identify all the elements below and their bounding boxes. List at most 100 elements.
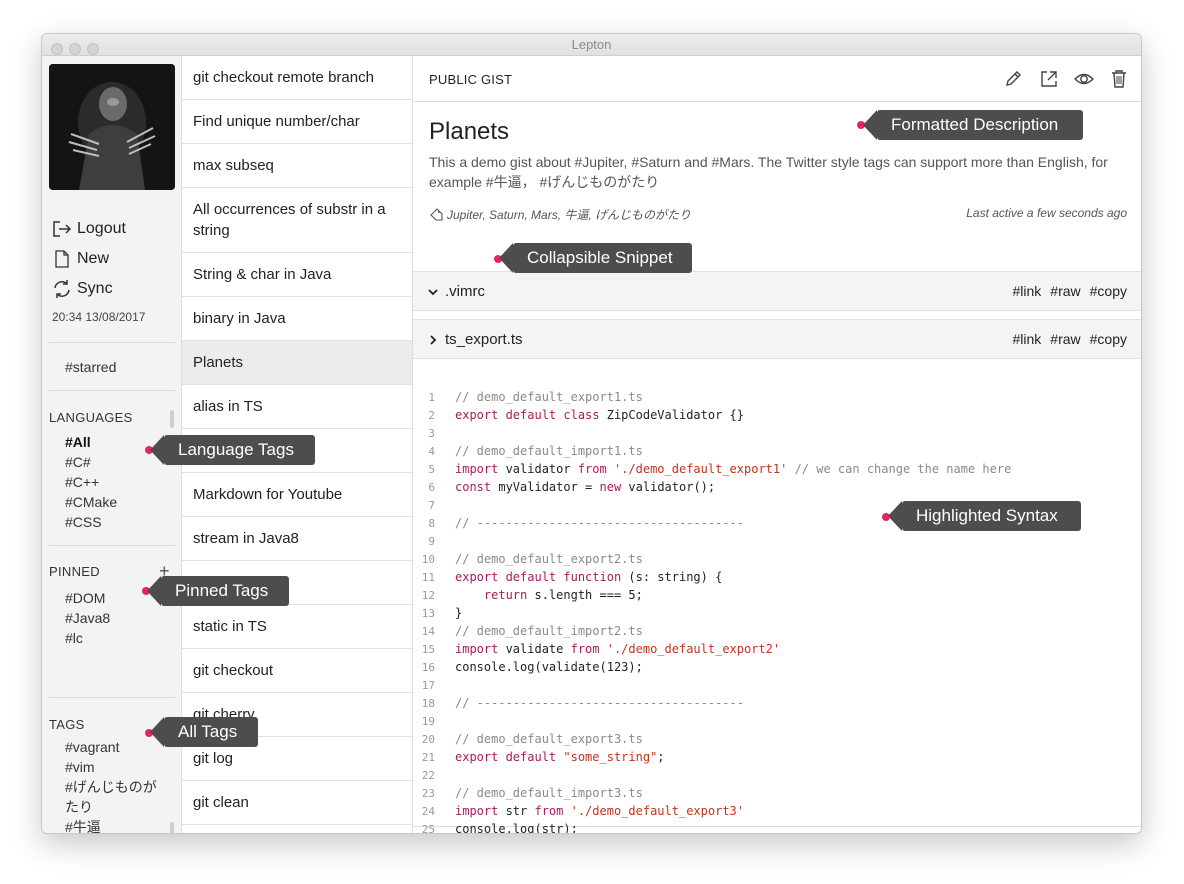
gist-description: This a demo gist about #Jupiter, #Saturn…: [429, 154, 1108, 190]
code-line: 19: [413, 712, 455, 730]
code-token: s.length === 5;: [534, 588, 643, 602]
gist-list-item[interactable]: Markdown for Youtube: [182, 473, 412, 517]
pinned-tag[interactable]: #Java8: [65, 608, 110, 628]
gist-list-item[interactable]: git checkout remote branch: [182, 56, 412, 100]
code-line: 2 export default class ZipCodeValidator {…: [413, 406, 744, 424]
pinned-tag[interactable]: #DOM: [65, 588, 105, 608]
code-token: myValidator =: [498, 480, 600, 494]
starred-filter[interactable]: #starred: [65, 357, 116, 377]
tag-item[interactable]: #げんじものがたり: [65, 777, 165, 817]
line-number: 14: [421, 625, 435, 638]
line-number: 22: [421, 769, 435, 782]
sync-button[interactable]: Sync: [51, 278, 113, 300]
language-tag[interactable]: #CMake: [65, 492, 117, 512]
avatar[interactable]: [49, 64, 175, 190]
line-number: 7: [428, 499, 435, 512]
tag-icon: [430, 207, 443, 221]
code-token: validator();: [628, 480, 716, 494]
logout-button[interactable]: Logout: [51, 218, 126, 240]
logout-icon: [53, 221, 72, 237]
pinned-tag[interactable]: #lc: [65, 628, 83, 648]
code-token: }: [455, 606, 463, 620]
code-token: import: [455, 804, 506, 818]
zoom-window-button[interactable]: [87, 43, 99, 55]
eye-icon[interactable]: [1073, 68, 1095, 90]
language-tag[interactable]: #All: [65, 432, 91, 452]
language-tag[interactable]: #C++: [65, 472, 99, 492]
file-toggle[interactable]: ts_export.ts: [427, 331, 523, 348]
tag-item[interactable]: #vagrant: [65, 737, 119, 757]
code-line: 14 // demo_default_import2.ts: [413, 622, 643, 640]
new-gist-button[interactable]: New: [51, 248, 109, 270]
callout-formatted-description: Formatted Description: [863, 110, 1083, 140]
gist-tags: Jupiter, Saturn, Mars, 牛逼, げんじものがたり: [429, 206, 691, 223]
gist-list-item[interactable]: static in TS: [182, 605, 412, 649]
callout-pinned-tags: Pinned Tags: [147, 576, 289, 606]
gist-list-item[interactable]: git clean: [182, 781, 412, 825]
gist-list-item[interactable]: Find unique number/char: [182, 100, 412, 144]
line-number: 20: [421, 733, 435, 746]
language-tag[interactable]: #CSS: [65, 512, 102, 532]
file-header-vimrc[interactable]: .vimrc #link #raw #copy: [413, 271, 1141, 311]
gist-list-item-selected[interactable]: Planets: [182, 341, 412, 385]
code-line: 7: [413, 496, 455, 514]
gist-detail: PUBLIC GIST Planets This a demo gist abo…: [413, 56, 1141, 834]
code-token: from: [534, 804, 571, 818]
line-number: 18: [421, 697, 435, 710]
code-token: console.log(str);: [455, 822, 578, 834]
code-line: 11 export default function (s: string) {: [413, 568, 723, 586]
file-raw-link[interactable]: #raw: [1050, 283, 1080, 299]
gist-list-item[interactable]: String & char in Java: [182, 253, 412, 297]
gist-list-item[interactable]: binary in Java: [182, 297, 412, 341]
tag-item[interactable]: #牛逼: [65, 817, 101, 833]
line-number: 23: [421, 787, 435, 800]
code-token: ZipCodeValidator {}: [606, 408, 744, 422]
code-token: './demo_default_export3': [570, 804, 744, 818]
code-line: 12 return s.length === 5;: [413, 586, 643, 604]
file-copy-link[interactable]: #copy: [1090, 283, 1127, 299]
trash-icon[interactable]: [1108, 68, 1130, 90]
language-tag[interactable]: #C#: [65, 452, 91, 472]
sync-timestamp: 20:34 13/08/2017: [52, 310, 146, 324]
file-link[interactable]: #link: [1012, 331, 1041, 347]
code-line: 16 console.log(validate(123);: [413, 658, 643, 676]
line-number: 8: [428, 517, 435, 530]
file-name: .vimrc: [445, 283, 485, 300]
app-window: Lepton Logout New Sync 20:34 13/08/2017 …: [41, 33, 1142, 834]
code-token: import: [455, 642, 506, 656]
gist-list-item[interactable]: git checkout: [182, 649, 412, 693]
code-token: export default class: [455, 408, 607, 422]
code-token: from: [577, 462, 614, 476]
gist-list-item[interactable]: stream in Java8: [182, 517, 412, 561]
code-token: ;: [657, 750, 665, 764]
edit-icon[interactable]: [1002, 68, 1024, 90]
line-number: 13: [421, 607, 435, 620]
line-number: 12: [421, 589, 435, 602]
line-number: 10: [421, 553, 435, 566]
open-external-icon[interactable]: [1038, 68, 1060, 90]
code-token: "some_string": [563, 750, 658, 764]
file-toggle[interactable]: .vimrc: [427, 283, 485, 300]
line-number: 16: [421, 661, 435, 674]
minimize-window-button[interactable]: [69, 43, 81, 55]
tags-heading: TAGS: [49, 717, 85, 732]
tags-scrollbar[interactable]: [170, 822, 174, 833]
code-line: 21 export default "some_string";: [413, 748, 665, 766]
line-number: 21: [421, 751, 435, 764]
file-link[interactable]: #link: [1012, 283, 1041, 299]
code-line: 5 import validator from './demo_default_e…: [413, 460, 1011, 478]
file-raw-link[interactable]: #raw: [1050, 331, 1080, 347]
tag-item[interactable]: #vim: [65, 757, 95, 777]
gist-list-item[interactable]: max subseq: [182, 144, 412, 188]
gist-list-item[interactable]: All occurrences of substr in a string: [182, 188, 412, 253]
visibility-label: PUBLIC GIST: [429, 72, 513, 87]
new-file-icon: [55, 250, 69, 268]
file-copy-link[interactable]: #copy: [1090, 331, 1127, 347]
sidebar-divider: [49, 342, 175, 343]
line-number: 24: [421, 805, 435, 818]
code-token: './demo_default_export1': [613, 462, 788, 476]
code-token: from: [570, 642, 607, 656]
languages-scrollbar[interactable]: [170, 410, 174, 428]
gist-list-item[interactable]: alias in TS: [182, 385, 412, 429]
close-window-button[interactable]: [51, 43, 63, 55]
